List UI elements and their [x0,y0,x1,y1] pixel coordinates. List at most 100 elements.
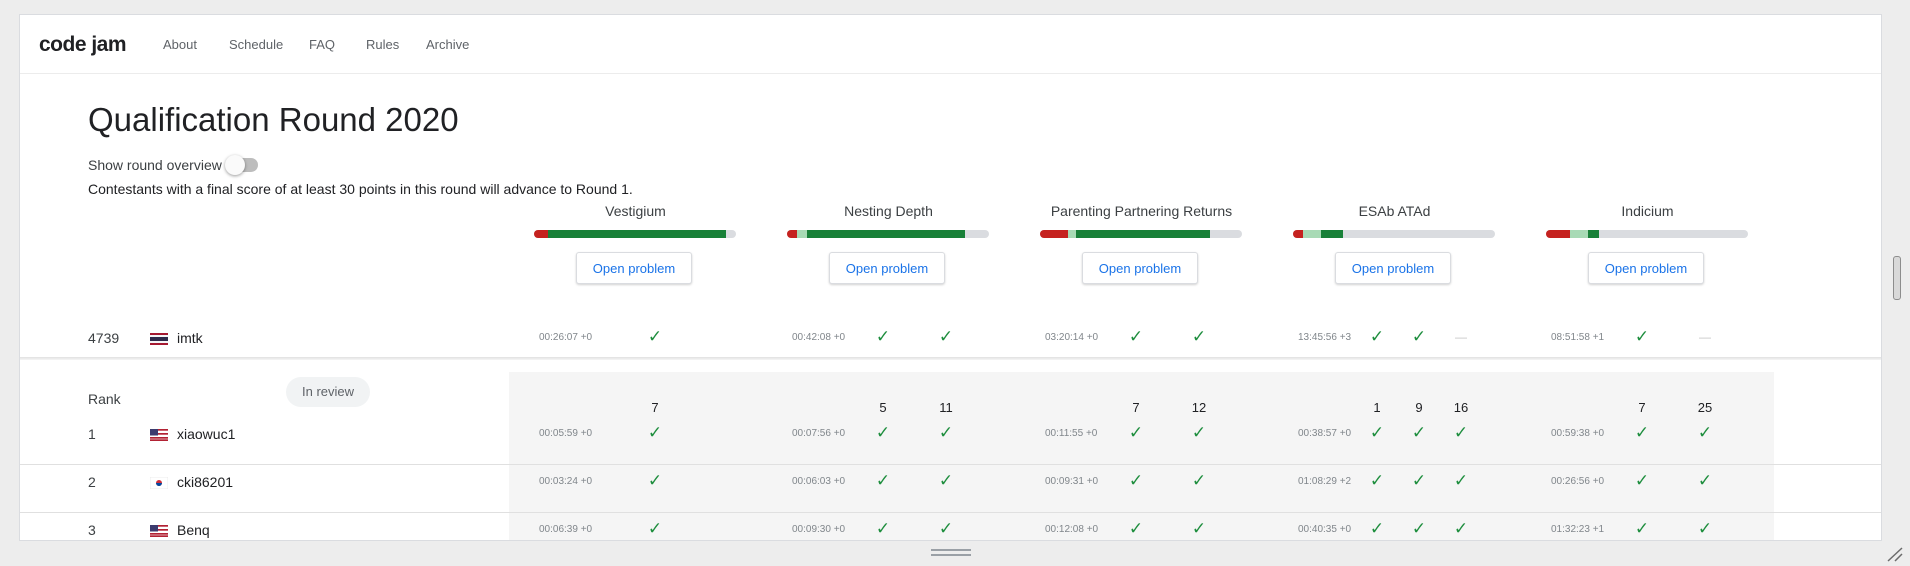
submission-time: 00:42:08 +0 [792,332,846,343]
submission-time: 00:05:59 +0 [539,428,593,439]
submission-time: 01:32:23 +1 [1551,524,1605,535]
resize-corner-icon[interactable] [1884,545,1904,563]
check-icon: ✓ [647,471,663,490]
progress-segment-dark [807,230,965,238]
problem-name: Indicium [1621,203,1674,219]
test-set-points: 7 [1638,400,1646,415]
my-row-divider [20,357,1881,360]
contestant-name[interactable]: xiaowuc1 [177,426,235,442]
check-icon: ✓ [647,519,663,538]
test-set-points: 25 [1697,400,1713,415]
check-icon: ✓ [1411,327,1427,346]
nav-link-faq[interactable]: FAQ [309,37,335,52]
check-icon: ✓ [875,327,891,346]
submission-time: 00:09:31 +0 [1045,476,1099,487]
problem-name: Nesting Depth [844,203,933,219]
problem-column: Parenting Partnering Returns Open problem [1015,15,1268,540]
check-icon: ✓ [1369,519,1385,538]
open-problem-button[interactable]: Open problem [1588,252,1704,284]
check-icon: ✓ [1128,327,1144,346]
contestant-name[interactable]: imtk [177,330,203,346]
submission-time: 00:06:39 +0 [539,524,593,535]
drag-handle[interactable] [931,549,971,558]
problem-progress-bar [1293,230,1495,238]
nav-link-about[interactable]: About [163,37,197,52]
submission-time: 00:59:38 +0 [1551,428,1605,439]
test-set-points: 11 [939,400,953,415]
check-icon: ✓ [1191,519,1207,538]
contestant-name[interactable]: Benq [177,522,210,538]
check-icon: ✓ [1411,423,1427,442]
problem-column: ESAb ATAd Open problem [1268,15,1521,540]
submission-time: 00:26:07 +0 [539,332,593,343]
scoreboard-row-rank: 1 [88,426,96,442]
rank-column-header: Rank [88,391,121,407]
check-icon: ✓ [1453,471,1469,490]
check-icon: ✓ [1634,471,1650,490]
progress-segment-wrong [787,230,798,238]
progress-segment-wrong [1546,230,1571,238]
scoreboard-row-rank: 3 [88,522,96,538]
progress-segment-dark [548,230,726,238]
check-icon: ✓ [1191,423,1207,442]
status-badge: In review [286,377,371,407]
check-icon: ✓ [875,519,891,538]
open-problem-button[interactable]: Open problem [576,252,692,284]
check-icon: ✓ [938,327,954,346]
country-flag-icon [150,524,168,537]
submission-time: 03:20:14 +0 [1045,332,1099,343]
submission-time: 00:09:30 +0 [792,524,846,535]
contestant-name[interactable]: cki86201 [177,474,233,490]
problem-progress-bar [787,230,989,238]
progress-segment-light [797,230,808,238]
open-problem-button[interactable]: Open problem [829,252,945,284]
submission-time: 00:03:24 +0 [539,476,593,487]
test-set-points: 7 [1132,400,1140,415]
round-overview-toggle[interactable] [224,155,258,175]
not-attempted-dash: — [1455,330,1467,344]
test-set-points: 12 [1191,400,1207,415]
progress-segment-light [1068,230,1077,238]
problem-column: Vestigium Open problem [509,15,762,540]
progress-segment-dark [1321,230,1344,238]
progress-segment-dark [1076,230,1210,238]
table-row-divider [20,512,1881,513]
submission-time: 13:45:56 +3 [1298,332,1352,343]
country-flag-icon [150,428,168,441]
round-overview-label: Show round overview [88,157,222,173]
check-icon: ✓ [1453,423,1469,442]
not-attempted-dash: — [1699,330,1711,344]
check-icon: ✓ [1634,519,1650,538]
problem-name: Parenting Partnering Returns [1050,203,1233,219]
check-icon: ✓ [875,423,891,442]
check-icon: ✓ [1369,327,1385,346]
table-row-divider [20,464,1881,465]
open-problem-button[interactable]: Open problem [1335,252,1451,284]
check-icon: ✓ [1369,423,1385,442]
check-icon: ✓ [1369,471,1385,490]
test-set-points: 16 [1453,400,1469,415]
nav-link-schedule[interactable]: Schedule [229,37,283,52]
scoreboard-row-rank: 2 [88,474,96,490]
toggle-knob [224,155,245,175]
code-jam-logo[interactable]: code jam [39,33,127,57]
submission-time: 00:07:56 +0 [792,428,846,439]
submission-time: 00:40:35 +0 [1298,524,1352,535]
check-icon: ✓ [938,519,954,538]
submission-time: 00:12:08 +0 [1045,524,1099,535]
submission-time: 01:08:29 +2 [1298,476,1352,487]
scrollbar-thumb[interactable] [1893,256,1901,300]
submission-time: 00:38:57 +0 [1298,428,1352,439]
submission-time: 00:06:03 +0 [792,476,846,487]
progress-segment-light [1570,230,1589,238]
problem-progress-bar [534,230,736,238]
nav-link-rules[interactable]: Rules [366,37,399,52]
open-problem-button[interactable]: Open problem [1082,252,1198,284]
progress-segment-wrong [1040,230,1069,238]
check-icon: ✓ [938,471,954,490]
page-title: Qualification Round 2020 [88,101,459,138]
nav-link-archive[interactable]: Archive [426,37,469,52]
browser-viewport: code jam About Schedule FAQ Rules Archiv… [19,14,1882,541]
problem-name: Vestigium [605,203,666,219]
problem-column: Indicium Open problem [1521,15,1774,540]
